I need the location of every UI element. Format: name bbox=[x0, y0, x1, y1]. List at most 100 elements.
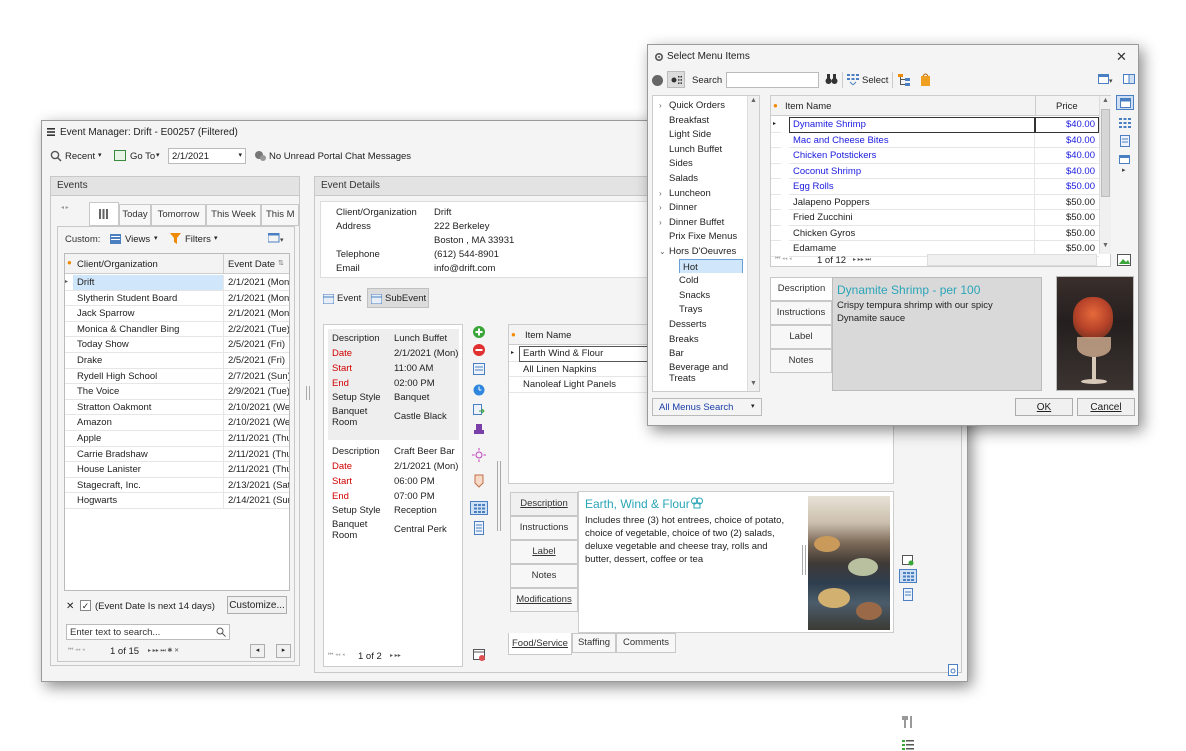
menu-item-row[interactable]: Chicken Potstickers $40.00 bbox=[771, 148, 1099, 164]
grid-view-button[interactable] bbox=[470, 501, 488, 515]
sun-icon[interactable] bbox=[472, 448, 486, 462]
ok-button[interactable]: OK bbox=[1015, 398, 1073, 416]
tab-food-service[interactable]: Food/Service bbox=[508, 633, 572, 655]
chevron-right-icon[interactable]: › bbox=[659, 98, 662, 113]
table-row[interactable]: Apple 2/11/2021 (Thu bbox=[65, 431, 289, 447]
category-item[interactable]: › Quick Orders bbox=[653, 98, 747, 113]
category-item[interactable]: Sides bbox=[653, 156, 747, 171]
subcategory-item[interactable]: Cold bbox=[653, 273, 747, 288]
menu-item-row[interactable]: Mac and Cheese Bites $40.00 bbox=[771, 132, 1099, 148]
scroll-up-icon[interactable]: ▲ bbox=[1102, 97, 1109, 104]
tab-comments[interactable]: Comments bbox=[616, 633, 676, 653]
table-row[interactable]: Slytherin Student Board 2/1/2021 (Mon) bbox=[65, 290, 289, 307]
tab-menu-description[interactable]: Description bbox=[770, 277, 832, 301]
scroll-thumb[interactable] bbox=[1101, 109, 1110, 197]
pager-next-icon[interactable]: ▸ ▸▸ ⏭ bbox=[853, 256, 871, 264]
app-menu-icon[interactable] bbox=[46, 127, 56, 137]
grid-view-button[interactable] bbox=[899, 569, 917, 583]
tree-scrollbar[interactable]: ▲ ▼ bbox=[747, 96, 759, 391]
category-item[interactable]: ⌄ Hors D'Oeuvres bbox=[653, 244, 747, 259]
category-item[interactable]: › Luncheon bbox=[653, 186, 747, 201]
h-scrollbar[interactable] bbox=[927, 254, 1097, 266]
chevron-down-icon[interactable]: ▾ bbox=[214, 234, 218, 242]
date-picker[interactable]: 2/1/2021 ▾ bbox=[168, 148, 246, 164]
table-row[interactable]: ▸ Drift 2/1/2021 (Mon) bbox=[65, 275, 289, 291]
tab-event[interactable]: Event bbox=[337, 293, 361, 304]
menu-item-row[interactable]: Egg Rolls $50.00 bbox=[771, 179, 1099, 195]
scroll-up-icon[interactable]: ▲ bbox=[750, 97, 757, 104]
table-row[interactable]: Today Show 2/5/2021 (Fri) bbox=[65, 337, 289, 353]
binoculars-icon[interactable] bbox=[825, 74, 838, 85]
chevron-down-icon[interactable]: ⌄ bbox=[659, 244, 666, 259]
list-view-icon[interactable] bbox=[474, 521, 484, 535]
subcategory-item[interactable]: Hot bbox=[653, 258, 747, 274]
tab-item-label[interactable]: Label bbox=[510, 540, 578, 564]
clock-icon[interactable] bbox=[473, 384, 485, 396]
hierarchy-icon[interactable] bbox=[898, 74, 910, 86]
edit-icon[interactable] bbox=[473, 363, 485, 375]
table-row[interactable]: Monica & Chandler Bing 2/2/2021 (Tue) bbox=[65, 321, 289, 338]
table-row[interactable]: Drake 2/5/2021 (Fri) bbox=[65, 353, 289, 369]
scroll-right-button[interactable]: ▸ bbox=[276, 644, 291, 658]
tab-this-week[interactable]: This Week bbox=[206, 204, 261, 226]
category-item[interactable]: Bar bbox=[653, 346, 747, 361]
panel-view-button[interactable] bbox=[1116, 95, 1134, 110]
category-item[interactable]: Beverage and Treats bbox=[653, 361, 747, 385]
bag-icon[interactable] bbox=[920, 73, 931, 86]
chevron-right-icon[interactable]: › bbox=[659, 200, 662, 215]
tab-tomorrow[interactable]: Tomorrow bbox=[151, 204, 206, 226]
chevron-down-icon[interactable]: ▾ bbox=[156, 151, 160, 159]
pager-first-icon[interactable]: ⏮ ◂◂ ◂ bbox=[68, 647, 85, 654]
grid-icon[interactable] bbox=[1119, 118, 1131, 128]
tab-item-modifications[interactable]: Modifications bbox=[510, 588, 578, 612]
menu-item-row[interactable]: Chicken Gyros $50.00 bbox=[771, 225, 1099, 241]
scroll-down-icon[interactable]: ▼ bbox=[750, 380, 757, 387]
cancel-button[interactable]: Cancel bbox=[1077, 398, 1135, 416]
category-item[interactable]: Prix Fixe Menus bbox=[653, 229, 747, 244]
table-row[interactable]: Stagecraft, Inc. 2/13/2021 (Sat) bbox=[65, 477, 289, 494]
pager-next-icon[interactable]: ▸ ▸▸ ⏭ ✱ ✕ bbox=[148, 647, 179, 655]
list-view-icon[interactable] bbox=[903, 588, 913, 601]
stamp-icon[interactable] bbox=[473, 424, 485, 438]
grid-options-icon[interactable]: ▾ bbox=[268, 233, 284, 244]
search-icon[interactable] bbox=[216, 627, 226, 637]
add-icon[interactable] bbox=[473, 326, 485, 338]
chevron-down-icon[interactable]: ▾ bbox=[98, 151, 102, 159]
views-menu[interactable]: Views bbox=[125, 234, 150, 245]
table-row[interactable]: House Lanister 2/11/2021 (Thu bbox=[65, 462, 289, 478]
list-view-icon[interactable] bbox=[1120, 135, 1130, 147]
col-item-name[interactable]: Item Name bbox=[525, 330, 571, 341]
splitter-handle[interactable] bbox=[306, 386, 310, 400]
sub-pager-next-icon[interactable]: ▸ ▸▸ bbox=[390, 652, 401, 659]
checklist-icon[interactable] bbox=[902, 739, 914, 751]
clear-filter-icon[interactable]: ✕ bbox=[66, 601, 74, 612]
tag-icon[interactable] bbox=[473, 474, 485, 488]
tab-item-description[interactable]: Description bbox=[510, 492, 578, 516]
table-row[interactable]: The Voice 2/9/2021 (Tue) bbox=[65, 384, 289, 400]
col-event-date[interactable]: Event Date bbox=[228, 259, 275, 270]
record-icon[interactable] bbox=[652, 75, 663, 86]
scroll-left-button[interactable]: ◂ bbox=[250, 644, 265, 658]
category-item[interactable]: Lunch Buffet bbox=[653, 142, 747, 157]
utensils-icon[interactable] bbox=[902, 716, 914, 728]
move-icon[interactable] bbox=[473, 404, 485, 416]
category-item[interactable]: › Dinner Buffet bbox=[653, 215, 747, 230]
tab-staffing[interactable]: Staffing bbox=[572, 633, 616, 653]
event-search-input[interactable]: Enter text to search... bbox=[66, 624, 230, 640]
splitter-handle[interactable] bbox=[802, 545, 806, 575]
tab-menu-instructions[interactable]: Instructions bbox=[770, 301, 832, 325]
calendar-edit-icon[interactable] bbox=[902, 554, 914, 566]
tab-today[interactable]: Today bbox=[119, 204, 151, 226]
panel-icon[interactable] bbox=[1123, 74, 1135, 85]
recent-menu[interactable]: Recent bbox=[65, 151, 95, 162]
items-scrollbar[interactable]: ▲ ▼ bbox=[1099, 96, 1111, 254]
menu-search-input[interactable] bbox=[726, 72, 819, 88]
tab-item-notes[interactable]: Notes bbox=[510, 564, 578, 588]
col-item-name[interactable]: Item Name bbox=[785, 101, 831, 112]
table-row[interactable]: Amazon 2/10/2021 (Wed bbox=[65, 415, 289, 431]
filter-enabled-checkbox[interactable]: ✓ bbox=[80, 600, 91, 611]
goto-menu[interactable]: Go To bbox=[130, 151, 155, 162]
table-row[interactable]: Carrie Bradshaw 2/11/2021 (Thu bbox=[65, 446, 289, 463]
tab-item-instructions[interactable]: Instructions bbox=[510, 516, 578, 540]
splitter-handle[interactable] bbox=[497, 461, 501, 531]
